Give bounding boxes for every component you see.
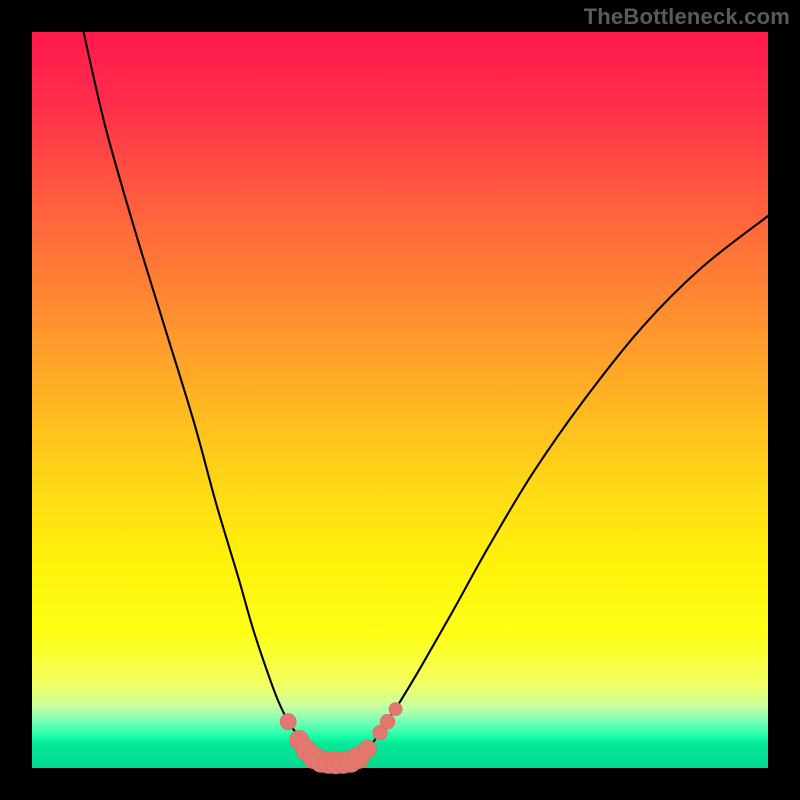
plot-area: [32, 32, 768, 768]
curve-path: [84, 32, 768, 761]
watermark-text: TheBottleneck.com: [584, 4, 790, 30]
data-marker: [389, 702, 402, 715]
chart-frame: TheBottleneck.com: [0, 0, 800, 800]
data-marker: [359, 740, 377, 758]
data-marker: [280, 714, 296, 730]
data-marker: [380, 714, 395, 729]
bottleneck-curve: [32, 32, 768, 768]
